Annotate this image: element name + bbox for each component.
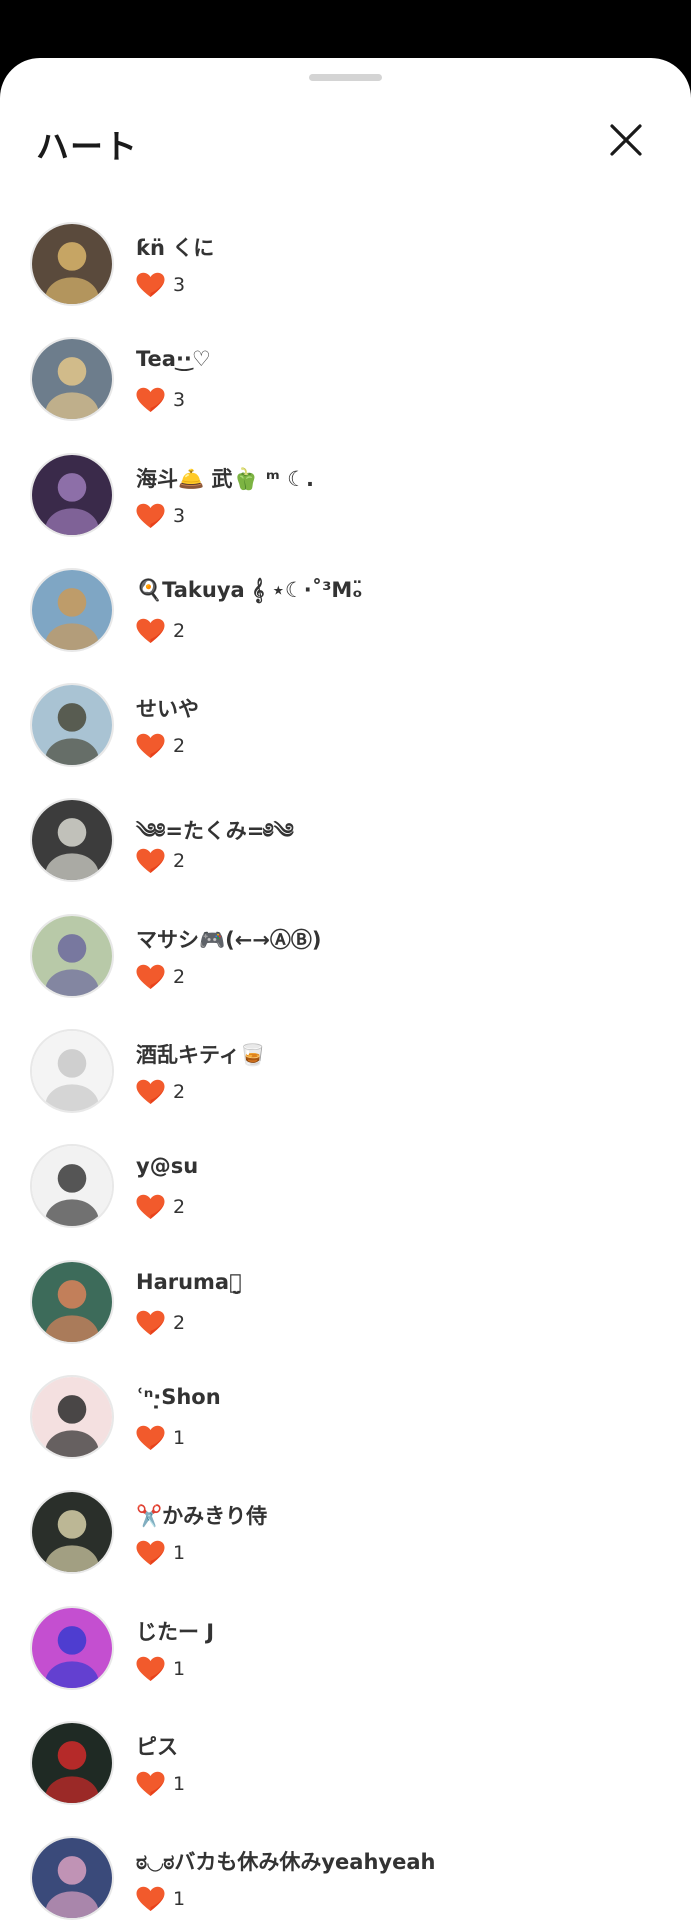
heart-icon: [136, 1194, 165, 1220]
list-item[interactable]: 海斗🛎️ 武🫑 ᵐ ☾. 3: [0, 452, 691, 568]
heart-count-group: 2: [136, 616, 185, 646]
heart-icon: [136, 733, 165, 759]
avatar[interactable]: [30, 1144, 114, 1229]
heart-count: 2: [173, 1081, 186, 1104]
list-item[interactable]: y@su 2: [0, 1144, 691, 1259]
heart-count-group: 2: [136, 731, 185, 761]
user-name[interactable]: y@su: [136, 1154, 666, 1178]
user-name[interactable]: せいや: [136, 693, 666, 723]
list-item[interactable]: ƙn̈ くに 3: [0, 222, 691, 337]
sheet-title: ハート: [36, 127, 138, 166]
heart-count: 3: [173, 274, 186, 296]
heart-count: 2: [173, 965, 186, 988]
heart-count: 2: [173, 850, 186, 873]
user-list: ƙn̈ くに 3 Tea·͜·♡ 3 海斗🛎️ 武🫑 ᵐ ☾. 3 🍳Takuya 𝄞 ⋆☾…: [0, 222, 691, 1920]
list-item[interactable]: Harumaꪔ̤̮ 2: [0, 1259, 691, 1375]
heart-count: 1: [173, 1657, 186, 1680]
avatar[interactable]: [30, 222, 114, 306]
list-item[interactable]: せいや 2: [0, 683, 691, 798]
list-item[interactable]: ピス 1: [0, 1720, 691, 1836]
list-item[interactable]: じたー J 1: [0, 1605, 691, 1721]
heart-icon: [136, 1656, 165, 1682]
heart-count-group: 2: [136, 962, 185, 992]
list-item[interactable]: ಠ◡ಠバカも休み休みyeahyeah 1: [0, 1836, 691, 1920]
heart-count: 3: [173, 504, 186, 527]
user-name[interactable]: ʿⁿ·̣Shon: [136, 1385, 666, 1409]
list-item[interactable]: Tea·͜·♡ 3: [0, 337, 691, 452]
heart-count-group: 3: [136, 385, 185, 415]
avatar[interactable]: [30, 337, 114, 422]
heart-count: 1: [173, 1426, 186, 1449]
heart-count-group: 2: [136, 1192, 185, 1222]
heart-count-group: 1: [136, 1654, 185, 1684]
avatar[interactable]: [30, 1836, 114, 1920]
heart-count: 2: [173, 619, 186, 642]
drag-handle[interactable]: [309, 74, 382, 81]
heart-count: 2: [173, 735, 186, 758]
close-button[interactable]: [604, 118, 648, 162]
user-name[interactable]: マサシ🎮(←→ⒶⒷ): [136, 924, 666, 954]
user-name[interactable]: ƙn̈ くに: [136, 232, 666, 262]
heart-count: 1: [173, 1772, 186, 1795]
user-name[interactable]: ピス: [136, 1731, 666, 1761]
avatar[interactable]: [30, 1720, 114, 1805]
list-item[interactable]: ✂️かみきり侍 1: [0, 1490, 691, 1605]
list-item[interactable]: ༄༅=たくみ=༅༄ 2: [0, 798, 691, 913]
list-item[interactable]: 🍳Takuya 𝄞 ⋆☾·˚³Mₒ̈ 2: [0, 567, 691, 683]
user-name[interactable]: 🍳Takuya 𝄞 ⋆☾·˚³Mₒ̈: [136, 578, 666, 603]
heart-count: 2: [173, 1196, 186, 1219]
heart-count-group: 2: [136, 1308, 185, 1338]
heart-icon: [136, 272, 165, 298]
avatar[interactable]: [30, 1259, 114, 1344]
heart-icon: [136, 1425, 165, 1451]
heart-icon: [136, 1310, 165, 1336]
heart-icon: [136, 1886, 165, 1912]
heart-icon: [136, 848, 165, 874]
heart-count-group: 2: [136, 1077, 185, 1107]
heart-count-group: 2: [136, 846, 185, 876]
heart-count: 3: [173, 389, 186, 412]
heart-count-group: 3: [136, 501, 185, 531]
heart-count-group: 1: [136, 1884, 185, 1914]
heart-icon: [136, 387, 165, 413]
heart-icon: [136, 618, 165, 644]
heart-icon: [136, 503, 165, 529]
list-item[interactable]: ʿⁿ·̣Shon 1: [0, 1374, 691, 1490]
avatar[interactable]: [30, 1490, 114, 1575]
status-bar: [0, 0, 691, 58]
user-name[interactable]: ✂️かみきり侍: [136, 1500, 666, 1530]
heart-count-group: 1: [136, 1538, 185, 1568]
avatar[interactable]: [30, 683, 114, 768]
heart-icon: [136, 1079, 165, 1105]
hearts-bottom-sheet: ハート ƙn̈ くに 3 Tea·͜·♡ 3 海斗🛎️ 武🫑 ᵐ ☾. 3 🍳Takuya …: [0, 58, 691, 1920]
close-icon: [610, 124, 642, 156]
avatar[interactable]: [30, 1029, 114, 1114]
avatar[interactable]: [30, 567, 114, 652]
heart-count-group: 3: [136, 270, 185, 300]
heart-count-group: 1: [136, 1423, 185, 1453]
list-item[interactable]: マサシ🎮(←→ⒶⒷ) 2: [0, 913, 691, 1029]
heart-icon: [136, 1771, 165, 1797]
list-item[interactable]: 酒乱キティ🥃 2: [0, 1029, 691, 1144]
heart-count: 1: [173, 1542, 186, 1565]
user-name[interactable]: 海斗🛎️ 武🫑 ᵐ ☾.: [136, 463, 666, 493]
user-name[interactable]: ༄༅=たくみ=༅༄: [136, 808, 666, 867]
user-name[interactable]: Harumaꪔ̤̮: [136, 1270, 666, 1294]
heart-count: 1: [173, 1888, 186, 1911]
user-name[interactable]: ಠ◡ಠバカも休み休みyeahyeah: [136, 1846, 666, 1876]
avatar[interactable]: [30, 798, 114, 883]
heart-count: 2: [173, 1311, 186, 1334]
avatar[interactable]: [30, 1605, 114, 1690]
avatar[interactable]: [30, 913, 114, 998]
heart-count-group: 1: [136, 1769, 185, 1799]
heart-icon: [136, 1540, 165, 1566]
heart-icon: [136, 964, 165, 990]
user-name[interactable]: 酒乱キティ🥃: [136, 1039, 666, 1069]
avatar[interactable]: [30, 452, 114, 537]
user-name[interactable]: じたー J: [136, 1616, 666, 1646]
avatar[interactable]: [30, 1374, 114, 1459]
user-name[interactable]: Tea·͜·♡: [136, 347, 666, 371]
